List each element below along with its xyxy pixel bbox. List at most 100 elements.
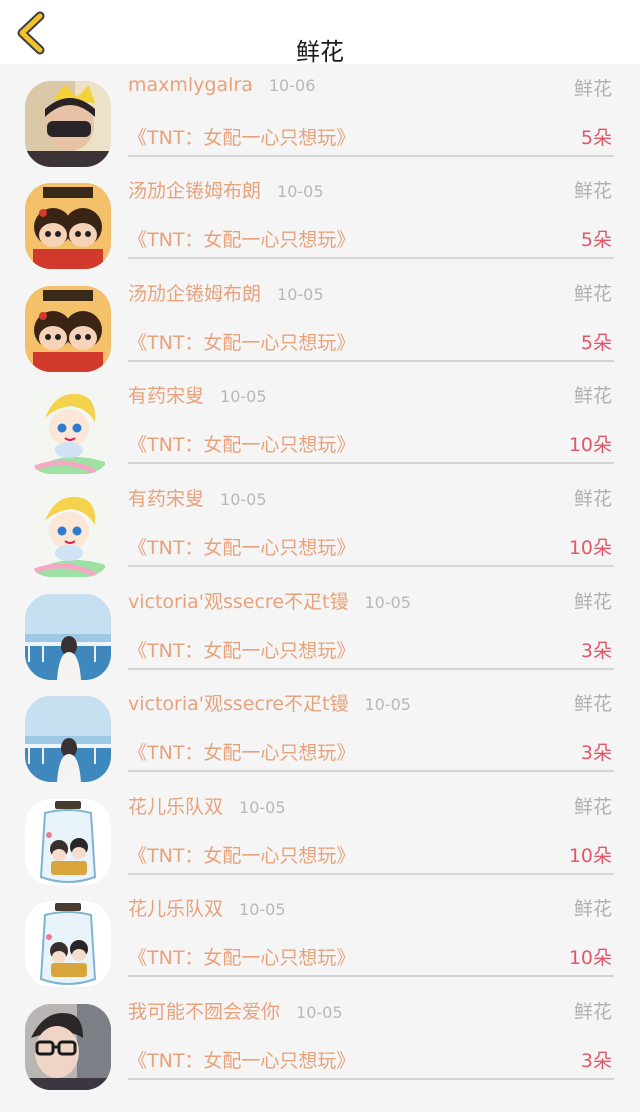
gift-amount: 3朵 bbox=[580, 1050, 612, 1072]
flower-list-screen: 《TNT：女配一心只想玩》5朵maxmlygalra10-06鲜花《TNT：女配… bbox=[0, 0, 640, 1112]
user-name-text: maxmlygalra bbox=[128, 73, 253, 96]
gift-date: 10-06 bbox=[268, 75, 316, 95]
row-divider bbox=[128, 565, 614, 567]
row-divider bbox=[128, 1078, 614, 1080]
user-name[interactable]: 有药宋叟 10-05 bbox=[128, 381, 267, 408]
list-item[interactable]: 有药宋叟 10-05 鲜花 《TNT：女配一心只想玩》 10朵 bbox=[0, 481, 640, 584]
avatar-seaside-girl bbox=[25, 593, 111, 680]
avatar-photo-crown bbox=[25, 80, 111, 167]
book-title[interactable]: 《TNT：女配一心只想玩》 bbox=[128, 636, 355, 663]
gift-amount: 5朵 bbox=[580, 331, 612, 354]
avatar[interactable] bbox=[25, 696, 111, 783]
gift-type: 鲜花 bbox=[573, 693, 612, 716]
gift-type: 鲜花 bbox=[573, 1001, 612, 1023]
user-name-text: 汤劢企锩姆布朗 bbox=[128, 282, 262, 305]
gift-type: 鲜花 bbox=[573, 590, 612, 613]
user-name[interactable]: 我可能不囫会爱你 10-05 bbox=[128, 997, 343, 1024]
book-title[interactable]: 《TNT：女配一心只想玩》 bbox=[128, 738, 355, 765]
avatar[interactable] bbox=[25, 183, 111, 270]
gift-date: 10-05 bbox=[277, 284, 324, 304]
gift-type: 鲜花 bbox=[573, 898, 612, 921]
gift-date: 10-05 bbox=[364, 592, 411, 612]
gift-date: 10-05 bbox=[239, 900, 286, 920]
book-title[interactable]: 《TNT：女配一心只想玩》 bbox=[128, 841, 355, 868]
nav-bar: 鲜花 bbox=[0, 0, 640, 66]
book-title[interactable]: 《TNT：女配一心只想玩》 bbox=[128, 533, 355, 560]
user-name[interactable]: victoria'观ssecre不疋t镘 10-05 bbox=[128, 689, 411, 716]
avatar-jar-couple bbox=[25, 901, 111, 988]
gift-type: 鲜花 bbox=[573, 385, 612, 408]
avatar[interactable] bbox=[25, 798, 111, 885]
user-name[interactable]: 花儿乐队双 10-05 bbox=[128, 894, 286, 921]
avatar-twins-cartoon bbox=[25, 285, 111, 372]
user-name[interactable]: 汤劢企锩姆布朗 10-05 bbox=[128, 176, 324, 203]
gift-amount: 10朵 bbox=[568, 947, 612, 970]
book-title[interactable]: 《TNT：女配一心只想玩》 bbox=[128, 943, 355, 970]
gift-date: 10-05 bbox=[364, 695, 411, 715]
avatar[interactable] bbox=[25, 80, 111, 167]
gift-amount: 10朵 bbox=[568, 844, 612, 867]
book-title[interactable]: 《TNT：女配一心只想玩》 bbox=[128, 1046, 355, 1073]
gift-date: 10-05 bbox=[239, 797, 286, 817]
list-item[interactable]: 汤劢企锩姆布朗 10-05 鲜花《TNT：女配一心只想玩》 5朵 bbox=[0, 173, 640, 276]
gift-type: 鲜花 bbox=[573, 77, 612, 100]
list-item[interactable]: 汤劢企锩姆布朗 10-05 鲜花《TNT：女配一心只想玩》 5朵 bbox=[0, 276, 640, 379]
list-item[interactable]: victoria'观ssecre不疋t镘 10-05 鲜花《TNT：女配一心只想玩》… bbox=[0, 584, 640, 687]
book-title[interactable]: 《TNT：女配一心只想玩》 bbox=[128, 123, 355, 150]
list-item[interactable]: victoria'观ssecre不疋t镘 10-05 鲜花《TNT：女配一心只想玩》… bbox=[0, 686, 640, 789]
gift-type: 鲜花 bbox=[573, 795, 612, 818]
list-item[interactable]: 花儿乐队双 10-05 鲜花《TNT：女配一心只想玩》 10朵 bbox=[0, 891, 640, 994]
book-title[interactable]: 《TNT：女配一心只想玩》 bbox=[128, 328, 355, 355]
avatar-anime-blonde bbox=[25, 491, 111, 577]
user-name-text: 花儿乐队双 bbox=[128, 795, 224, 818]
list-item[interactable]: 有药宋叟 10-05 鲜花《TNT：女配一心只想玩》 10朵 bbox=[0, 378, 640, 481]
list-item[interactable]: maxmlygalra 10-06 鲜花 《TNT：女配一心只想玩》 5朵 bbox=[0, 71, 640, 174]
gift-type: 鲜花 bbox=[573, 282, 612, 305]
book-title[interactable]: 《TNT：女配一心只想玩》 bbox=[128, 225, 355, 252]
avatar[interactable] bbox=[25, 388, 111, 475]
row-divider bbox=[128, 462, 614, 465]
avatar[interactable] bbox=[25, 285, 111, 372]
row-divider bbox=[128, 770, 614, 773]
user-name-text: 有药宋叟 bbox=[128, 488, 205, 510]
avatar[interactable] bbox=[25, 593, 111, 680]
row-divider bbox=[128, 975, 614, 978]
user-name-text: 花儿乐队双 bbox=[128, 898, 224, 921]
list-item[interactable]: 我可能不囫会爱你 10-05 鲜花《TNT：女配一心只想玩》 3朵 bbox=[0, 994, 640, 1097]
gift-date: 10-05 bbox=[296, 1003, 343, 1022]
row-divider bbox=[128, 872, 614, 875]
row-divider bbox=[128, 257, 614, 260]
user-name-text: 我可能不囫会爱你 bbox=[128, 1001, 281, 1023]
user-name[interactable]: victoria'观ssecre不疋t镘 10-05 bbox=[128, 587, 411, 614]
gift-amount: 3朵 bbox=[580, 742, 612, 765]
gift-date: 10-05 bbox=[220, 490, 267, 509]
user-name[interactable]: 有药宋叟 10-05 bbox=[128, 484, 267, 511]
user-name-text: 有药宋叟 bbox=[128, 385, 205, 408]
user-name-text: 汤劢企锩姆布朗 bbox=[128, 180, 262, 203]
gift-date: 10-05 bbox=[220, 387, 267, 407]
avatar-anime-blonde bbox=[25, 388, 111, 475]
avatar[interactable] bbox=[25, 901, 111, 988]
book-title[interactable]: 《TNT：女配一心只想玩》 bbox=[128, 430, 355, 457]
row-divider bbox=[128, 154, 614, 157]
avatar-twins-cartoon bbox=[25, 183, 111, 270]
user-name-text: victoria'观ssecre不疋t镘 bbox=[128, 590, 349, 613]
avatar-jar-couple bbox=[25, 798, 111, 885]
user-name[interactable]: maxmlygalra 10-06 bbox=[128, 74, 315, 96]
list-item[interactable]: 花儿乐队双 10-05 鲜花《TNT：女配一心只想玩》 10朵 bbox=[0, 789, 640, 892]
gift-amount: 3朵 bbox=[580, 639, 612, 662]
avatar-glasses-boy bbox=[25, 1004, 111, 1090]
avatar[interactable] bbox=[25, 1004, 111, 1090]
gift-type: 鲜花 bbox=[573, 488, 612, 510]
gift-date: 10-05 bbox=[277, 182, 324, 202]
gift-amount: 10朵 bbox=[568, 434, 612, 457]
gift-amount: 5朵 bbox=[580, 229, 612, 252]
avatar[interactable] bbox=[25, 491, 111, 577]
gift-type: 鲜花 bbox=[573, 180, 612, 203]
user-name[interactable]: 汤劢企锩姆布朗 10-05 bbox=[128, 279, 324, 306]
user-name[interactable]: 花儿乐队双 10-05 bbox=[128, 792, 286, 819]
row-divider bbox=[128, 359, 614, 362]
row-divider bbox=[128, 667, 614, 670]
page-title: 鲜花 bbox=[296, 38, 344, 66]
user-name-text: victoria'观ssecre不疋t镘 bbox=[128, 693, 349, 716]
